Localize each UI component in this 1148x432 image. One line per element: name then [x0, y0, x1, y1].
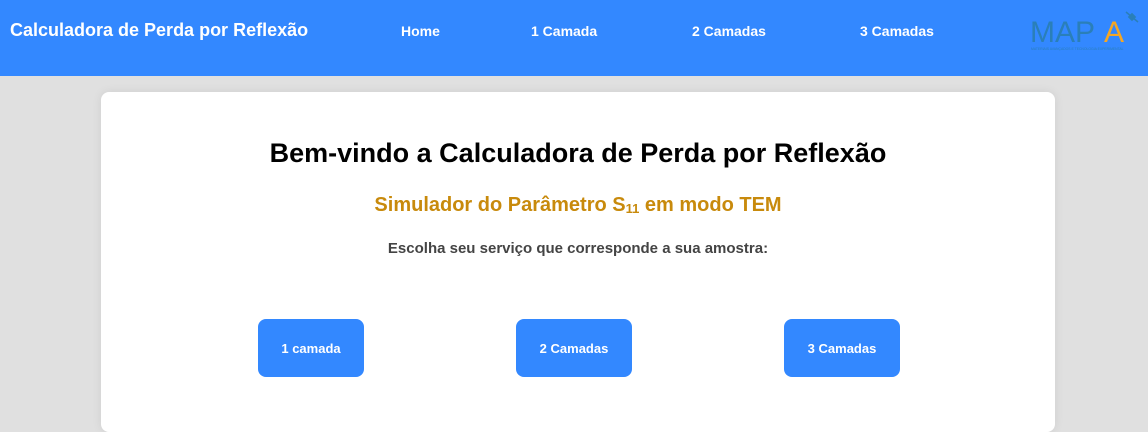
- logo-text-main: MAP: [1030, 16, 1095, 49]
- top-navbar: Calculadora de Perda por Reflexão Home 1…: [0, 0, 1148, 76]
- main-card: Bem-vindo a Calculadora de Perda por Ref…: [101, 92, 1055, 432]
- logo-text-accent: A: [1104, 16, 1124, 49]
- mapa-logo-graphic: MAP A MATERIAIS AVANÇADOS E TECNOLOGIA E…: [1030, 11, 1139, 51]
- three-layers-button[interactable]: 3 Camadas: [784, 319, 900, 377]
- nav-2-camadas[interactable]: 2 Camadas: [692, 23, 766, 39]
- two-layers-button[interactable]: 2 Camadas: [516, 319, 632, 377]
- nav-1-camada[interactable]: 1 Camada: [531, 23, 597, 39]
- page-subtitle: Simulador do Parâmetro S11 em modo TEM: [101, 194, 1055, 217]
- satellite-icon: [1125, 11, 1139, 23]
- subtitle-text: Simulador do Parâmetro S: [374, 194, 626, 216]
- nav-3-camadas[interactable]: 3 Camadas: [860, 23, 934, 39]
- brand-title[interactable]: Calculadora de Perda por Reflexão: [10, 20, 308, 41]
- service-prompt: Escolha seu serviço que corresponde a su…: [387, 240, 769, 257]
- subtitle-subscript: 11: [625, 201, 640, 216]
- logo-tagline: MATERIAIS AVANÇADOS E TECNOLOGIA EXPERIM…: [1031, 47, 1124, 51]
- mapa-logo[interactable]: MAP A MATERIAIS AVANÇADOS E TECNOLOGIA E…: [1028, 10, 1144, 54]
- one-layer-button[interactable]: 1 camada: [258, 319, 364, 377]
- subtitle-text-end: em modo TEM: [639, 194, 782, 216]
- nav-home[interactable]: Home: [401, 23, 440, 39]
- page-title: Bem-vindo a Calculadora de Perda por Ref…: [269, 138, 887, 168]
